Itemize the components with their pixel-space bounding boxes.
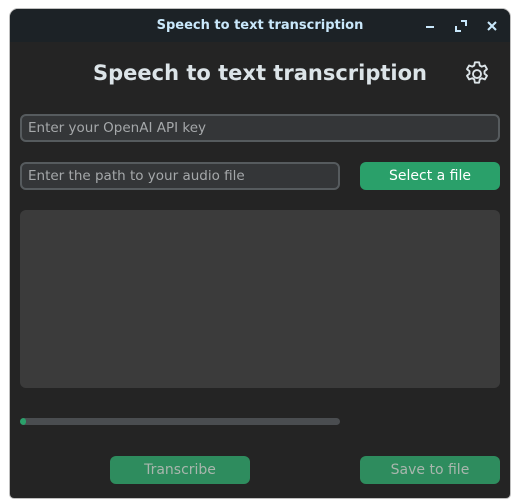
progress-bar [20,418,340,425]
transcript-textbox[interactable] [20,210,500,388]
save-to-file-button[interactable]: Save to file [360,456,500,484]
minimize-icon[interactable] [420,16,440,36]
app-window: Speech to text transcription Speech to t… [10,9,510,498]
page-title: Speech to text transcription [93,61,427,85]
progress-fill [20,418,27,425]
title-bar[interactable]: Speech to text transcription [10,9,510,42]
gear-icon[interactable] [462,59,492,89]
select-file-button[interactable]: Select a file [360,162,500,190]
maximize-icon[interactable] [451,16,471,36]
transcribe-button[interactable]: Transcribe [110,456,250,484]
close-icon[interactable] [482,16,502,36]
api-key-input[interactable] [20,114,500,142]
audio-path-input[interactable] [20,162,340,190]
